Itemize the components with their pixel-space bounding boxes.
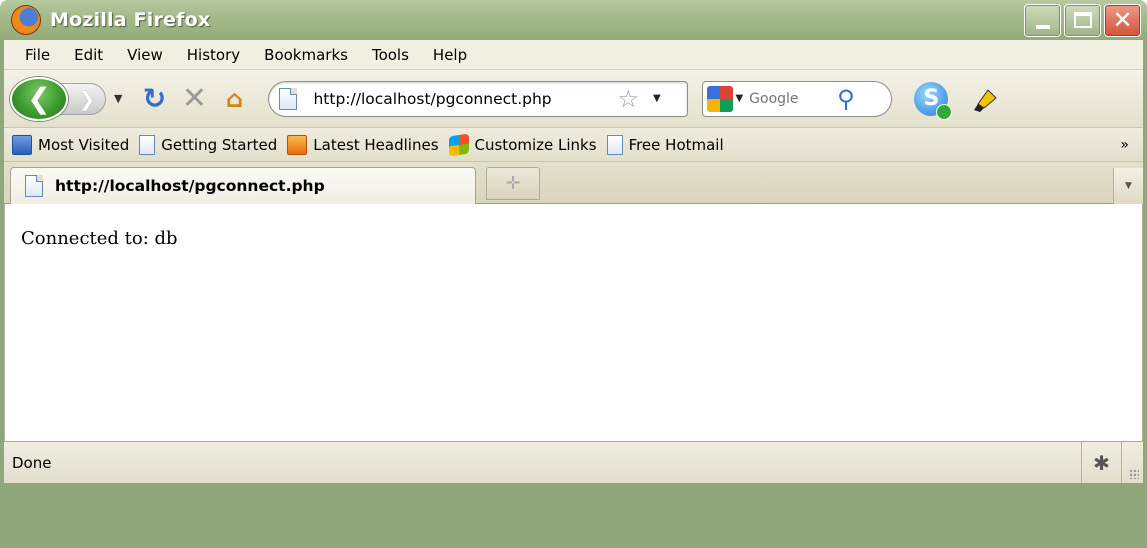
most-visited-icon (12, 134, 32, 155)
bookmark-label: Most Visited (38, 135, 130, 154)
window-title: Mozilla Firefox (50, 9, 211, 31)
site-page-icon (279, 87, 298, 110)
new-tab-button[interactable]: ✛ (486, 167, 540, 200)
bookmark-most-visited[interactable]: Most Visited (12, 134, 130, 155)
menu-file[interactable]: File (13, 46, 62, 64)
search-input[interactable] (749, 90, 834, 107)
close-button[interactable]: ✕ (1104, 3, 1141, 37)
url-input[interactable] (313, 89, 610, 108)
search-bar[interactable]: ▼ ⚲ (702, 80, 893, 117)
forward-arrow-icon: ❯ (78, 86, 96, 111)
bookmark-getting-started[interactable]: Getting Started (139, 134, 278, 155)
menu-tools[interactable]: Tools (360, 46, 421, 64)
menu-bar: File Edit View History Bookmarks Tools H… (4, 40, 1143, 70)
chevron-down-icon: ▼ (1125, 181, 1132, 191)
bookmark-free-hotmail[interactable]: Free Hotmail (606, 134, 724, 155)
browser-window: Mozilla Firefox ✕ File Edit View History… (0, 0, 1147, 548)
page-content: Connected to: db (4, 204, 1143, 441)
skype-icon[interactable]: S (914, 81, 953, 120)
bookmark-customize-links[interactable]: Customize Links (448, 133, 597, 156)
maximize-icon (1073, 12, 1092, 28)
bookmark-label: Latest Headlines (313, 135, 439, 154)
rss-icon (287, 134, 308, 155)
back-arrow-icon: ❮ (27, 81, 51, 115)
window-controls: ✕ (1024, 3, 1141, 37)
minimize-icon (1035, 25, 1050, 29)
windows-icon (448, 133, 469, 156)
history-dropdown-icon[interactable]: ▼ (114, 92, 122, 105)
menu-help[interactable]: Help (421, 46, 479, 64)
firefox-logo-icon (12, 6, 40, 34)
bookmark-star-icon[interactable]: ☆ (617, 85, 639, 113)
menu-view[interactable]: View (115, 46, 175, 64)
maximize-button[interactable] (1064, 3, 1101, 37)
tab-active[interactable]: http://localhost/pgconnect.php (10, 167, 476, 204)
bookmark-label: Getting Started (161, 135, 278, 154)
menu-bookmarks[interactable]: Bookmarks (252, 46, 360, 64)
skype-status-badge (936, 103, 953, 120)
status-bar: Done ✱ (4, 441, 1143, 483)
status-panels: ✱ (1081, 442, 1143, 483)
menu-history[interactable]: History (175, 46, 252, 64)
bookmark-latest-headlines[interactable]: Latest Headlines (287, 134, 439, 155)
url-bar[interactable]: ☆ ▼ (268, 80, 689, 117)
tab-strip: http://localhost/pgconnect.php ✛ ▼ (4, 162, 1143, 204)
page-body-text: Connected to: db (21, 228, 178, 249)
search-engine-dropdown-icon[interactable]: ▼ (735, 93, 743, 104)
menu-edit[interactable]: Edit (62, 46, 115, 64)
bookmark-label: Customize Links (474, 135, 597, 154)
bookmark-label: Free Hotmail (628, 135, 724, 154)
minimize-button[interactable] (1024, 3, 1061, 37)
reload-icon[interactable]: ↻ (134, 79, 174, 119)
status-text: Done (12, 453, 52, 472)
bookmarks-toolbar: Most Visited Getting Started Latest Head… (4, 128, 1143, 162)
stop-icon[interactable]: ✕ (174, 79, 214, 119)
title-bar[interactable]: Mozilla Firefox ✕ (0, 0, 1147, 40)
search-magnifier-icon[interactable]: ⚲ (837, 85, 855, 113)
home-icon[interactable]: ⌂ (214, 79, 254, 119)
browser-chrome: File Edit View History Bookmarks Tools H… (4, 40, 1143, 204)
highlighter-icon[interactable] (968, 82, 1002, 116)
firebug-icon[interactable]: ✱ (1081, 442, 1121, 483)
bookmarks-overflow-button[interactable]: » (1120, 137, 1129, 153)
page-icon (606, 134, 623, 155)
back-button[interactable]: ❮ (10, 76, 68, 121)
tab-title: http://localhost/pgconnect.php (55, 177, 325, 195)
plus-icon: ✛ (505, 173, 521, 194)
resize-grip-icon[interactable] (1121, 442, 1143, 483)
url-dropdown-icon[interactable]: ▼ (653, 93, 661, 104)
tab-list-button[interactable]: ▼ (1113, 168, 1143, 204)
page-icon (139, 134, 156, 155)
search-engine-icon[interactable] (707, 85, 734, 112)
close-icon: ✕ (1112, 6, 1133, 34)
tab-page-icon (25, 175, 43, 197)
navigation-toolbar: ❮ ❯ ▼ ↻ ✕ ⌂ ☆ ▼ ▼ ⚲ S (4, 70, 1143, 128)
